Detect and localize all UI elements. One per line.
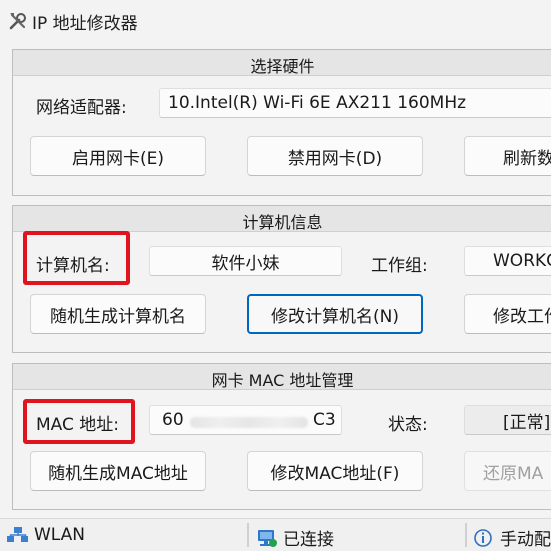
modify-computer-name-button[interactable]: 修改计算机名(N) (247, 294, 423, 334)
workgroup-label: 工作组: (371, 256, 428, 276)
mac-status-value: [正常] (503, 412, 551, 433)
computer-name-field[interactable]: 软件小妹 (149, 246, 342, 276)
mac-status-field: [正常] (464, 405, 551, 435)
enable-adapter-button[interactable]: 启用网卡(E) (30, 136, 206, 176)
random-mac-button[interactable]: 随机生成MAC地址 (30, 451, 206, 491)
refresh-button[interactable]: 刷新数 (464, 136, 551, 176)
computer-group-header: 计算机信息 (13, 206, 551, 232)
title-bar: IP 地址修改器 (0, 0, 551, 40)
mac-value-start: 60 (162, 410, 184, 430)
modify-mac-button[interactable]: 修改MAC地址(F) (247, 451, 423, 491)
status-label: 状态: (388, 415, 428, 435)
mac-group-header: 网卡 MAC 地址管理 (13, 364, 551, 390)
restore-mac-button[interactable]: 还原MA (464, 451, 551, 491)
workgroup-field[interactable]: WORKG (464, 246, 551, 276)
mac-group: 网卡 MAC 地址管理 MAC 地址: 60 C3 状态: [正常] 随机生成M… (12, 363, 551, 510)
status-divider (465, 523, 467, 547)
connected-icon (258, 529, 277, 547)
network-icon (7, 527, 28, 542)
workgroup-value: WORKG (493, 251, 551, 271)
mac-address-label: MAC 地址: (36, 415, 119, 435)
computer-name-value: 软件小妹 (211, 253, 280, 274)
hardware-group: 选择硬件 网络适配器: 10.Intel(R) Wi-Fi 6E AX211 1… (12, 49, 551, 196)
mac-group-title: 网卡 MAC 地址管理 (211, 371, 354, 390)
random-computer-name-button[interactable]: 随机生成计算机名 (30, 294, 206, 334)
adapter-value: 10.Intel(R) Wi-Fi 6E AX211 160MHz (168, 93, 467, 113)
modify-workgroup-button[interactable]: 修改工作 (464, 294, 551, 334)
status-network: WLAN (6, 525, 85, 545)
computer-group: 计算机信息 计算机名: 软件小妹 工作组: WORKG 随机生成计算机名 修改计… (12, 205, 551, 353)
status-bar: WLAN 已连接 手动配 (0, 518, 551, 551)
computer-name-label: 计算机名: (36, 256, 110, 276)
hardware-group-header: 选择硬件 (13, 50, 551, 76)
status-mode: 手动配 (472, 525, 551, 550)
network-name: WLAN (34, 525, 86, 545)
ip-changer-window: IP 地址修改器 选择硬件 网络适配器: 10.Intel(R) Wi-Fi 6… (0, 0, 551, 551)
tools-icon (9, 13, 26, 30)
status-connection: 已连接 (255, 525, 334, 550)
info-icon (474, 528, 492, 547)
window-title: IP 地址修改器 (32, 14, 138, 34)
mode-text: 手动配 (500, 530, 551, 550)
disable-adapter-button[interactable]: 禁用网卡(D) (247, 136, 423, 176)
mac-value-end: C3 (313, 410, 336, 430)
adapter-label: 网络适配器: (36, 98, 127, 118)
hardware-group-title: 选择硬件 (250, 57, 315, 76)
mac-address-field[interactable]: 60 C3 (149, 405, 342, 435)
adapter-select[interactable]: 10.Intel(R) Wi-Fi 6E AX211 160MHz (159, 88, 551, 118)
mac-redaction (190, 417, 308, 428)
computer-group-title: 计算机信息 (242, 213, 323, 232)
connection-status: 已连接 (283, 530, 334, 550)
status-divider (247, 523, 249, 547)
